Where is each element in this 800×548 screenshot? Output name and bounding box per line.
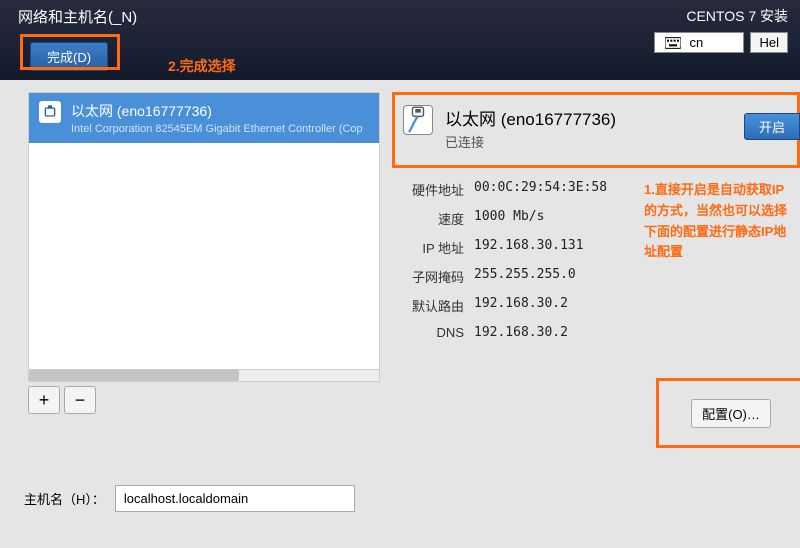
gateway-label: 默认路由 — [392, 296, 464, 315]
annotation-step2: 2.完成选择 — [168, 56, 236, 76]
keyboard-layout-text: cn — [689, 35, 703, 50]
connection-status: 已连接 — [445, 132, 789, 151]
header-bar: 网络和主机名(_N) CENTOS 7 安装 cn Hel 完成(D) 2.完成… — [0, 0, 800, 80]
done-button[interactable]: 完成(D) — [30, 42, 108, 71]
connection-toggle-on[interactable]: 开启 — [744, 113, 800, 140]
nic-list-item[interactable]: 以太网 (eno16777736) Intel Corporation 8254… — [29, 93, 379, 143]
horizontal-scrollbar[interactable] — [29, 369, 379, 381]
hostname-label: 主机名（H）： — [24, 489, 105, 508]
help-button[interactable]: Hel — [750, 32, 788, 53]
configure-button[interactable]: 配置(O)… — [691, 399, 771, 428]
nic-list-column: 以太网 (eno16777736) Intel Corporation 8254… — [0, 80, 380, 440]
speed-label: 速度 — [392, 209, 464, 228]
ethernet-plug-icon — [39, 101, 61, 123]
ip-label: IP 地址 — [392, 238, 464, 257]
ethernet-cable-icon — [403, 105, 433, 135]
keyboard-layout-indicator[interactable]: cn — [654, 32, 744, 53]
mask-value: 255.255.255.0 — [474, 267, 800, 286]
install-label: CENTOS 7 安装 — [654, 6, 788, 26]
remove-nic-button[interactable]: − — [64, 386, 96, 414]
nic-detail-column: 以太网 (eno16777736) 已连接 开启 硬件地址 00:0C:29:5… — [380, 80, 800, 440]
dns-value: 192.168.30.2 — [474, 325, 800, 340]
connection-title: 以太网 (eno16777736) — [445, 105, 789, 130]
hostname-row: 主机名（H）： — [24, 485, 355, 512]
nic-list[interactable]: 以太网 (eno16777736) Intel Corporation 8254… — [28, 92, 380, 382]
nic-description: Intel Corporation 82545EM Gigabit Ethern… — [71, 123, 369, 135]
hwaddr-label: 硬件地址 — [392, 180, 464, 199]
keyboard-icon — [665, 37, 681, 49]
add-nic-button[interactable]: + — [28, 386, 60, 414]
annotation-highlight-configure: 配置(O)… — [656, 378, 800, 448]
dns-label: DNS — [392, 325, 464, 340]
nic-name: 以太网 (eno16777736) — [71, 101, 369, 121]
gateway-value: 192.168.30.2 — [474, 296, 800, 315]
annotation-step1: 1.直接开启是自动获取IP的方式，当然也可以选择下面的配置进行静态IP地址配置 — [644, 180, 794, 263]
hostname-input[interactable] — [115, 485, 355, 512]
main-content: 以太网 (eno16777736) Intel Corporation 8254… — [0, 80, 800, 440]
mask-label: 子网掩码 — [392, 267, 464, 286]
annotation-highlight-detail: 以太网 (eno16777736) 已连接 开启 — [392, 92, 800, 168]
